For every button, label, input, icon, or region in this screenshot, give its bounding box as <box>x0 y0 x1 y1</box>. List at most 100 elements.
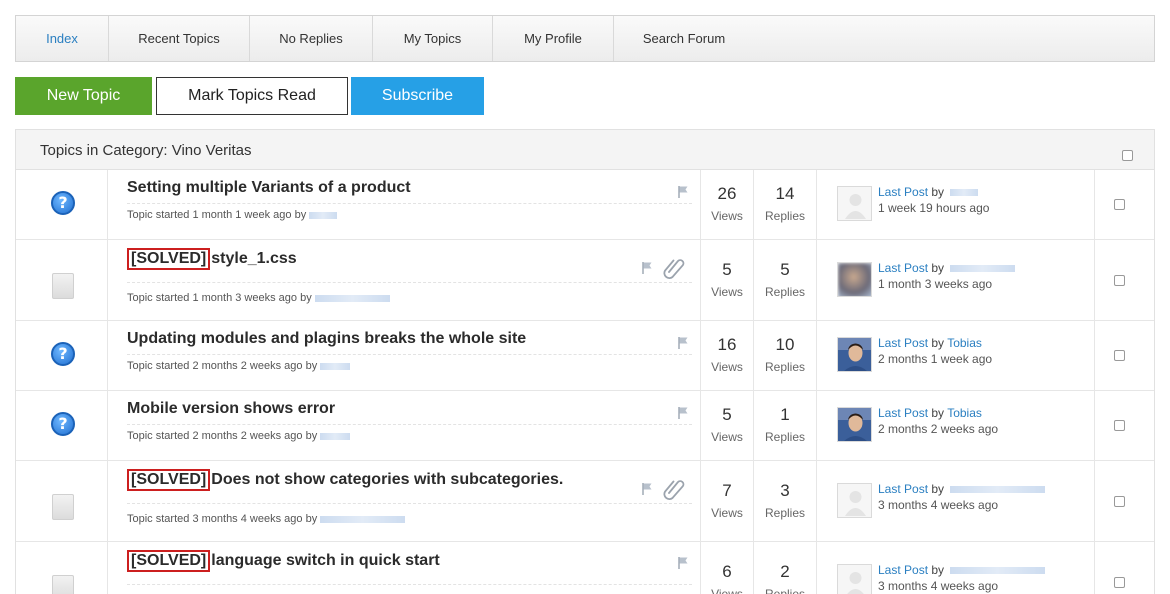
topic-select-checkbox[interactable] <box>1114 496 1125 507</box>
last-post-cell: Last Post by 1 month 3 weeks ago <box>817 240 1095 320</box>
forum-nav: Index Recent Topics No Replies My Topics… <box>15 15 1155 62</box>
topic-title[interactable]: Setting multiple Variants of a product <box>127 179 411 196</box>
topic-select-checkbox[interactable] <box>1114 420 1125 431</box>
document-topic-icon <box>52 273 74 299</box>
select-cell <box>1095 542 1154 594</box>
topic-select-checkbox[interactable] <box>1114 577 1125 588</box>
replies-cell: 1 Replies <box>754 391 817 460</box>
nav-my-profile[interactable]: My Profile <box>493 16 614 61</box>
last-post-cell: Last Post by 1 week 19 hours ago <box>817 170 1095 239</box>
subscribe-button[interactable]: Subscribe <box>351 77 484 115</box>
last-post-line: Last Post by Tobias <box>878 336 982 350</box>
paperclip-icon <box>662 478 688 500</box>
last-post-link[interactable]: Last Post <box>878 336 928 350</box>
avatar[interactable] <box>837 186 872 221</box>
avatar[interactable] <box>837 483 872 518</box>
topic-select-checkbox[interactable] <box>1114 350 1125 361</box>
topic-cell: [SOLVED] Does not show categories with su… <box>108 461 701 541</box>
question-topic-icon: ? <box>51 412 75 436</box>
replies-count: 1 <box>780 405 790 424</box>
topic-select-checkbox[interactable] <box>1114 199 1125 210</box>
nav-search-forum[interactable]: Search Forum <box>614 16 754 61</box>
topic-author-link[interactable] <box>320 515 406 523</box>
nav-recent-topics[interactable]: Recent Topics <box>109 16 250 61</box>
views-label: Views <box>711 430 743 444</box>
topic-title-link[interactable]: [SOLVED] style_1.css <box>127 248 297 270</box>
topic-title-link[interactable]: Setting multiple Variants of a product <box>127 179 411 197</box>
select-cell <box>1095 461 1154 541</box>
by-label: by <box>931 185 945 199</box>
last-post-link[interactable]: Last Post <box>878 563 928 577</box>
topic-title[interactable]: language switch in quick start <box>211 552 440 569</box>
new-topic-button[interactable]: New Topic <box>15 77 152 115</box>
topic-author-link[interactable] <box>320 362 351 370</box>
topic-author-link[interactable] <box>314 294 390 302</box>
last-post-age: 3 months 4 weeks ago <box>878 498 999 512</box>
topic-icon-cell <box>16 542 108 594</box>
topic-title-link[interactable]: [SOLVED] language switch in quick start <box>127 550 440 572</box>
divider <box>127 282 692 283</box>
topic-started-label: Topic started <box>127 513 190 525</box>
last-post-link[interactable]: Last Post <box>878 482 928 496</box>
topic-cell: [SOLVED]language switch in quick start T… <box>108 542 701 594</box>
avatar[interactable] <box>837 407 872 442</box>
avatar[interactable] <box>837 564 872 594</box>
topic-row: [SOLVED] style_1.css Topic started 1 mont… <box>16 240 1154 321</box>
flag-icon[interactable] <box>641 261 654 274</box>
views-cell: 16 Views <box>701 321 754 390</box>
last-post-cell: Last Post by 3 months 4 weeks ago <box>817 542 1095 594</box>
flag-icon[interactable] <box>677 556 690 569</box>
nav-no-replies[interactable]: No Replies <box>250 16 373 61</box>
views-cell: 7 Views <box>701 461 754 541</box>
select-cell <box>1095 391 1154 460</box>
select-cell <box>1095 240 1154 320</box>
topic-author-link[interactable] <box>309 211 338 219</box>
flag-icon[interactable] <box>677 185 690 198</box>
last-post-age: 3 months 4 weeks ago <box>878 579 999 593</box>
last-post-author-link[interactable] <box>950 486 1046 494</box>
last-post-link[interactable]: Last Post <box>878 406 928 420</box>
last-post-author-link[interactable] <box>950 265 1016 273</box>
topic-cell: [SOLVED] style_1.css Topic started 1 mont… <box>108 240 701 320</box>
mark-topics-read-button[interactable]: Mark Topics Read <box>156 77 348 115</box>
last-post-link[interactable]: Last Post <box>878 185 928 199</box>
topic-title-link[interactable]: Mobile version shows error <box>127 400 335 418</box>
avatar[interactable] <box>837 262 872 297</box>
topic-title[interactable]: Does not show categories with subcategor… <box>211 471 563 488</box>
last-post-author-link[interactable] <box>950 567 1046 575</box>
views-count: 16 <box>717 335 737 354</box>
topic-title[interactable]: Mobile version shows error <box>127 400 335 417</box>
topic-title[interactable]: style_1.css <box>211 250 296 267</box>
last-post-author-link[interactable] <box>950 189 979 197</box>
last-post-line: Last Post by <box>878 563 1046 577</box>
topics-table: Topics in Category: Vino Veritas ? Setti… <box>15 129 1155 594</box>
replies-count: 5 <box>780 260 790 279</box>
divider <box>127 503 692 504</box>
topic-meta: Topic started 2 months 2 weeks ago by <box>127 360 351 372</box>
topic-select-checkbox[interactable] <box>1114 275 1125 286</box>
nav-index[interactable]: Index <box>16 16 109 61</box>
topic-title[interactable]: Updating modules and plagins breaks the … <box>127 330 526 347</box>
last-post-author-link[interactable]: Tobias <box>947 336 982 350</box>
select-all-checkbox[interactable] <box>1122 150 1133 161</box>
topic-icon-cell: ? <box>16 391 108 460</box>
topic-author-link[interactable] <box>320 432 351 440</box>
avatar[interactable] <box>837 337 872 372</box>
topic-icon-cell: ? <box>16 321 108 390</box>
flag-icon[interactable] <box>641 482 654 495</box>
views-count: 5 <box>722 260 732 279</box>
last-post-age: 2 months 1 week ago <box>878 352 993 366</box>
last-post-link[interactable]: Last Post <box>878 261 928 275</box>
divider <box>127 203 692 204</box>
views-label: Views <box>711 360 743 374</box>
topic-age: 2 months 2 weeks ago <box>192 430 303 442</box>
last-post-author-link[interactable]: Tobias <box>947 406 982 420</box>
by-label: by <box>931 482 945 496</box>
select-cell <box>1095 170 1154 239</box>
nav-my-topics[interactable]: My Topics <box>373 16 493 61</box>
topic-title-link[interactable]: Updating modules and plagins breaks the … <box>127 330 526 348</box>
flag-icon[interactable] <box>677 406 690 419</box>
flag-icon[interactable] <box>677 336 690 349</box>
views-count: 7 <box>722 481 732 500</box>
topic-title-link[interactable]: [SOLVED] Does not show categories with su… <box>127 469 563 491</box>
